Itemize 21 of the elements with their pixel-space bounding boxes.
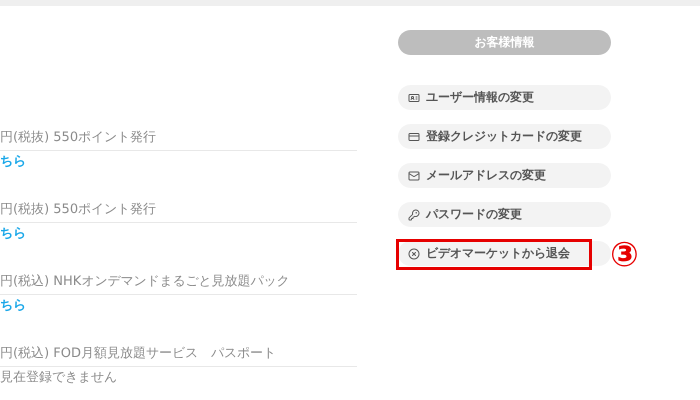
menu-item[interactable]: ユーザー情報の変更 — [398, 85, 611, 110]
plan-description: 円(税抜) 550ポイント発行 — [0, 200, 357, 223]
id-card-icon — [408, 92, 420, 104]
step-number: ③ — [610, 235, 639, 275]
section-header: お客様情報 — [398, 30, 611, 55]
menu-label: ビデオマーケットから退会 — [426, 245, 570, 262]
key-icon — [408, 208, 420, 220]
envelope-icon — [408, 170, 420, 182]
menu-item[interactable]: パスワードの変更 — [398, 202, 611, 227]
plan-description: 円(税込) FOD月額見放題サービス パスポート — [0, 344, 357, 367]
plan-description: 円(税抜) 550ポイント発行 — [0, 128, 357, 151]
x-circle-icon — [408, 248, 420, 260]
menu-item[interactable]: メールアドレスの変更 — [398, 163, 611, 188]
plan-description: 円(税込) NHKオンデマンドまるごと見放題パック — [0, 272, 357, 295]
menu-label: 登録クレジットカードの変更 — [426, 128, 582, 145]
menu-label: パスワードの変更 — [426, 206, 522, 223]
menu-item[interactable]: 登録クレジットカードの変更 — [398, 124, 611, 149]
menu-label: メールアドレスの変更 — [426, 167, 546, 184]
menu-label: ユーザー情報の変更 — [426, 89, 534, 106]
plan-note: 見在登録できません — [0, 369, 118, 387]
credit-card-icon — [408, 130, 420, 142]
